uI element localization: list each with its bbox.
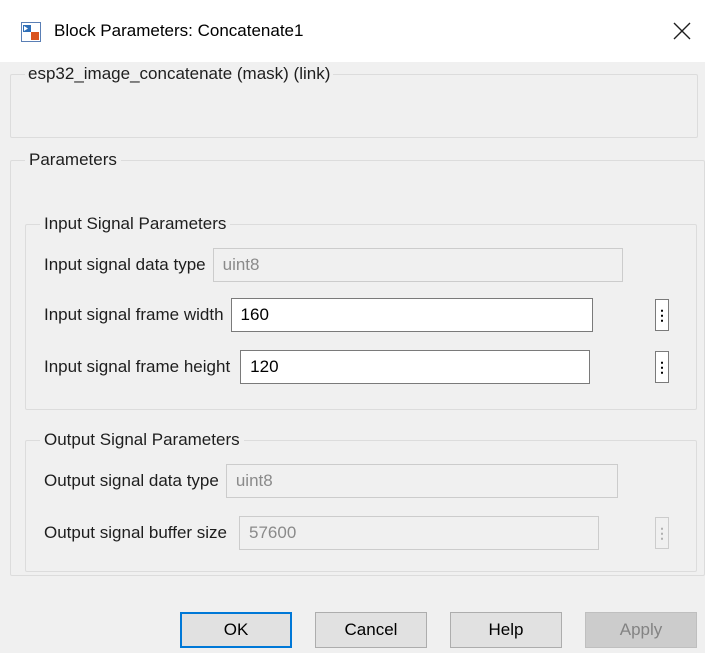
window-title: Block Parameters: Concatenate1 — [54, 21, 304, 40]
title-bar: Block Parameters: Concatenate1 — [0, 0, 705, 62]
frame-width-options-button[interactable]: ⋮ — [655, 299, 669, 331]
close-button[interactable] — [659, 0, 705, 62]
input-frame-height-label: Input signal frame height — [44, 357, 231, 376]
input-data-type-row: Input signal data type — [44, 248, 623, 282]
input-signal-parameters-group: Input Signal Parameters Input signal dat… — [25, 214, 697, 410]
input-group-label: Input Signal Parameters — [44, 214, 227, 233]
output-data-type-field — [225, 464, 618, 498]
mask-description-group: esp32_image_concatenate (mask) (link) — [10, 64, 698, 138]
output-signal-parameters-group: Output Signal Parameters Output signal d… — [25, 430, 697, 572]
input-frame-width-label: Input signal frame width — [44, 305, 224, 324]
ok-button[interactable]: OK — [180, 612, 292, 648]
close-icon — [673, 22, 691, 40]
vertical-ellipsis-icon: ⋮ — [655, 359, 669, 375]
apply-button: Apply — [585, 612, 697, 648]
output-buffer-size-label: Output signal buffer size — [44, 523, 228, 542]
parameters-group: Parameters Input Signal Parameters Input… — [10, 150, 705, 576]
vertical-ellipsis-icon: ⋮ — [655, 307, 669, 323]
input-frame-height-row: Input signal frame height — [44, 350, 591, 384]
input-data-type-field — [212, 248, 623, 282]
mask-group-label: esp32_image_concatenate (mask) (link) — [28, 64, 331, 83]
output-buffer-size-row: Output signal buffer size — [44, 516, 600, 550]
input-frame-height-field[interactable] — [240, 350, 591, 384]
input-frame-width-row: Input signal frame width — [44, 298, 593, 332]
simulink-block-icon — [21, 22, 41, 42]
output-data-type-label: Output signal data type — [44, 471, 219, 490]
vertical-ellipsis-icon: ⋮ — [655, 525, 669, 541]
buffer-size-options-button: ⋮ — [655, 517, 669, 549]
output-buffer-size-field — [239, 516, 600, 550]
input-data-type-label: Input signal data type — [44, 255, 206, 274]
output-data-type-row: Output signal data type — [44, 464, 618, 498]
frame-height-options-button[interactable]: ⋮ — [655, 351, 669, 383]
input-frame-width-field[interactable] — [230, 298, 593, 332]
cancel-button[interactable]: Cancel — [315, 612, 427, 648]
output-group-label: Output Signal Parameters — [44, 430, 240, 449]
parameters-group-label: Parameters — [29, 150, 117, 169]
help-button[interactable]: Help — [450, 612, 562, 648]
